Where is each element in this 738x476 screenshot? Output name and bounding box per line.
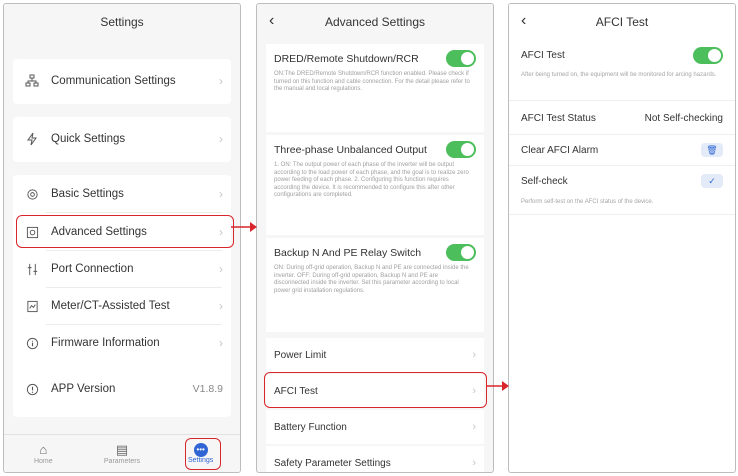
flow-arrows bbox=[231, 222, 509, 391]
arrow-head-1 bbox=[250, 222, 257, 232]
arrow-head-2 bbox=[502, 381, 509, 391]
